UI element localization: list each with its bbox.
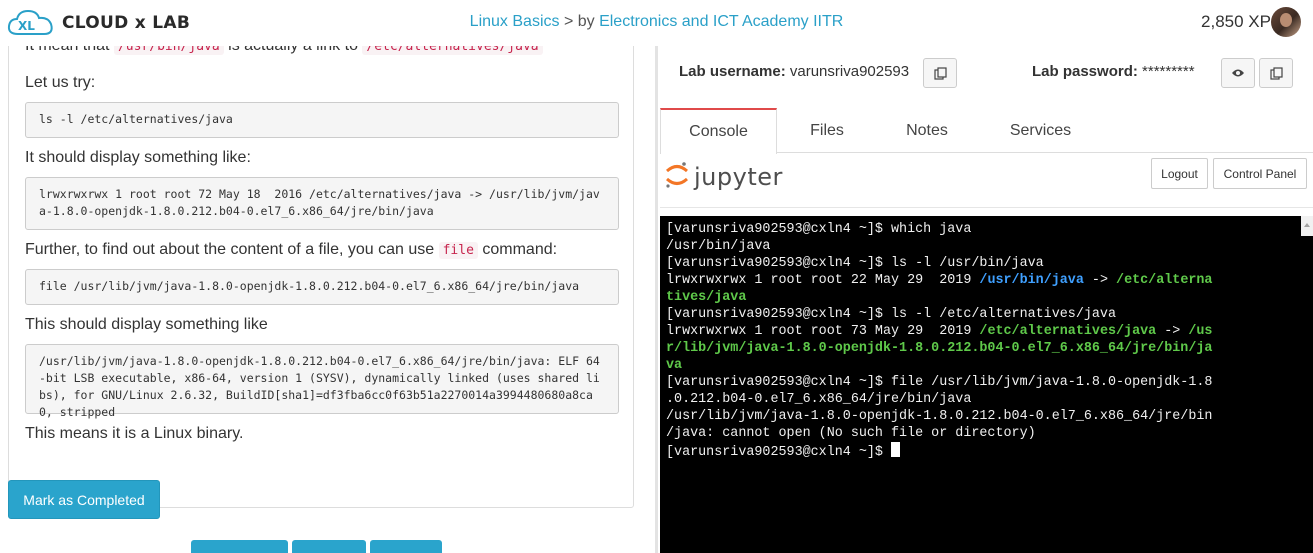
inline-code: /usr/bin/java [113,46,224,55]
tab-services[interactable]: Services [977,108,1104,153]
control-panel-button[interactable]: Control Panel [1213,158,1307,189]
terminal-output: -> [1156,324,1189,339]
avatar[interactable] [1271,7,1301,37]
terminal-symlink: /usr/bin/java [979,273,1084,288]
lab-panel: Lab username: varunsriva902593 Lab passw… [658,46,1313,553]
breadcrumb-org-link[interactable]: Electronics and ICT Academy IITR [599,13,843,30]
lab-username-value: varunsriva902593 [789,63,910,80]
terminal-output: /usr/lib/jvm/java-1.8.0-openjdk-1.8.0.21… [666,409,1213,424]
tab-files[interactable]: Files [777,108,877,153]
lesson-text: It mean that [25,46,114,54]
inline-code: file [438,242,478,259]
lab-password: Lab password: ********* [1032,63,1195,80]
lab-tabs: Console Files Notes Services [660,108,1313,154]
lesson-paragraph: This should display something like [25,316,268,333]
cloud-logo-icon: XL [7,9,53,35]
terminal-output: lrwxrwxrwx 1 root root 73 May 29 2019 [666,324,980,339]
lab-username: Lab username: varunsriva902593 [679,63,909,80]
terminal-scroll-up-arrow[interactable] [1301,216,1313,236]
terminal-symlink-target: r/lib/jvm/java-1.8.0-openjdk-1.8.0.212.b… [666,341,1213,356]
code-block: file /usr/lib/jvm/java-1.8.0-openjdk-1.8… [25,269,619,305]
lesson-card: It mean that /usr/bin/java is actually a… [8,46,634,508]
lesson-text: is actually a link to [224,46,363,54]
lesson-paragraph: Further, to find out about the content o… [25,241,557,259]
terminal-cursor [891,442,900,457]
code-block: ls -l /etc/alternatives/java [25,102,619,138]
tab-console[interactable]: Console [660,108,777,154]
logout-button[interactable]: Logout [1151,158,1208,189]
terminal-symlink-target: /etc/alterna [1116,273,1213,288]
terminal-prompt: [varunsriva902593@cxln4 ~]$ [666,307,891,322]
eye-icon [1232,69,1244,77]
terminal-command: .0.212.b04-0.el7_6.x86_64/jre/bin/java [666,392,972,407]
terminal-symlink-target: tives/java [666,290,747,305]
tab-notes[interactable]: Notes [877,108,977,153]
terminal-command: ls -l /etc/alternatives/java [891,307,1116,322]
breadcrumb-course-link[interactable]: Linux Basics [470,13,560,30]
terminal[interactable]: [varunsriva902593@cxln4 ~]$ which java /… [660,216,1313,553]
lab-username-label: Lab username: [679,63,786,80]
code-block: lrwxrwxrwx 1 root root 72 May 18 2016 /e… [25,177,619,230]
terminal-output: /usr/bin/java [666,239,771,254]
lesson-paragraph: This means it is a Linux binary. [25,425,244,442]
copy-username-button[interactable] [923,58,957,88]
copy-icon [933,66,947,80]
jupyter-title: jupyter [694,163,783,191]
terminal-command: which java [891,222,972,237]
mark-completed-button[interactable]: Mark as Completed [8,480,160,519]
jupyter-logo-icon[interactable] [664,160,690,190]
index-button[interactable] [292,540,366,553]
terminal-prompt: [varunsriva902593@cxln4 ~]$ [666,222,891,237]
logo-text: CLOUD x LAB [62,13,191,33]
terminal-symlink: /etc/alternatives/java [979,324,1157,339]
terminal-symlink-target: /us [1188,324,1213,339]
xp-counter: 2,850 XP [1201,12,1271,31]
terminal-command: ls -l /usr/bin/java [891,256,1044,271]
code-block: /usr/lib/jvm/java-1.8.0-openjdk-1.8.0.21… [25,344,619,419]
jupyter-header: jupyter Logout Control Panel [660,154,1313,208]
lesson-text: command: [477,241,558,258]
terminal-output: -> [1083,273,1117,288]
copy-password-button[interactable] [1259,58,1293,88]
svg-text:XL: XL [18,19,35,33]
terminal-prompt: [varunsriva902593@cxln4 ~]$ [666,256,891,271]
inline-code: /etc/alternatives/java [362,46,543,55]
next-button[interactable] [370,540,442,553]
lesson-panel: It mean that /usr/bin/java is actually a… [0,46,643,553]
terminal-output: lrwxrwxrwx 1 root root 22 May 29 2019 [666,273,980,288]
breadcrumb-separator: > by [559,13,600,30]
terminal-command: file /usr/lib/jvm/java-1.8.0-openjdk-1.8 [891,375,1213,390]
lab-credentials: Lab username: varunsriva902593 Lab passw… [658,46,1313,104]
lesson-text: Further, to find out about the content o… [25,241,439,258]
lesson-text-cut: It mean that /usr/bin/java is actually a… [25,46,543,55]
lesson-paragraph: It should display something like: [25,149,251,166]
show-password-button[interactable] [1221,58,1255,88]
breadcrumb: Linux Basics > by Electronics and ICT Ac… [0,13,1313,31]
terminal-prompt: [varunsriva902593@cxln4 ~]$ [666,375,891,390]
terminal-output: /java: cannot open (No such file or dire… [666,426,1036,441]
terminal-prompt: [varunsriva902593@cxln4 ~]$ [666,445,891,460]
prev-button[interactable] [191,540,288,553]
terminal-symlink-target: va [666,358,683,373]
top-bar: XL CLOUD x LAB Linux Basics > by Electro… [0,0,1313,46]
cloudxlab-logo[interactable]: XL CLOUD x LAB [6,4,190,42]
copy-icon [1269,66,1283,80]
lesson-paragraph: Let us try: [25,74,96,91]
lab-password-value: ********* [1142,63,1195,80]
lab-password-label: Lab password: [1032,63,1138,80]
